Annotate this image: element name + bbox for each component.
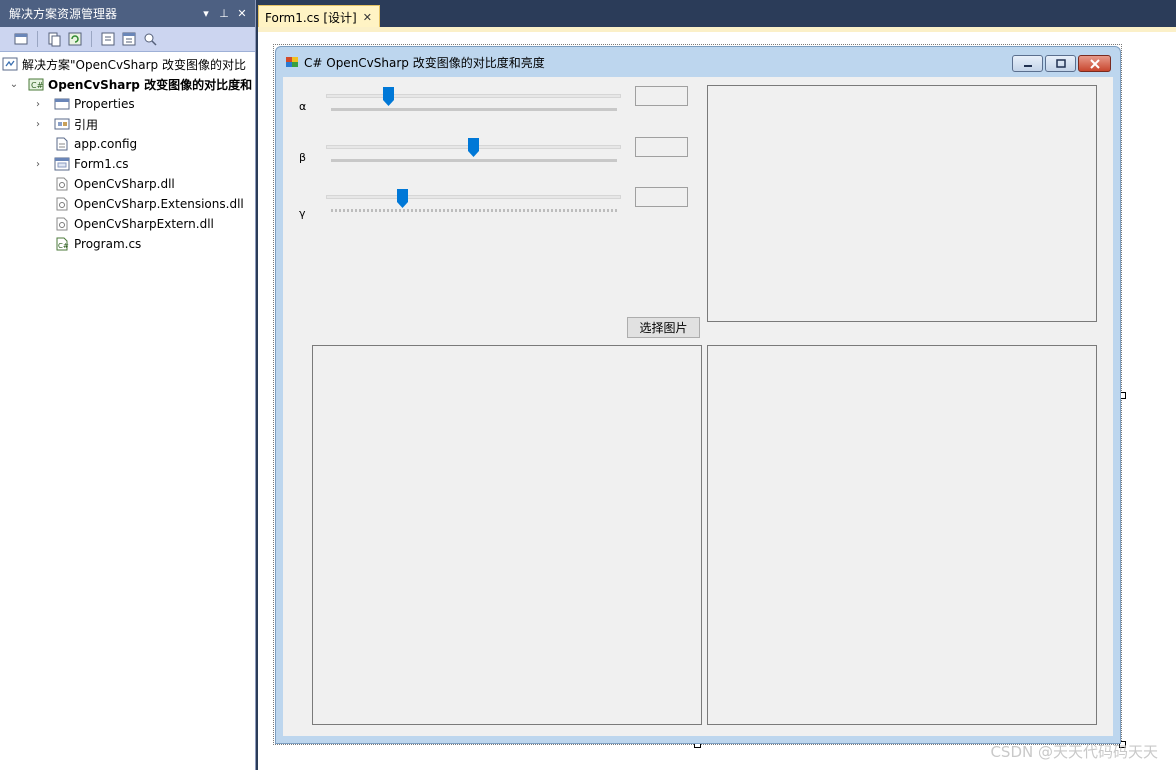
dll-icon bbox=[54, 177, 70, 191]
toolbar-separator bbox=[37, 31, 38, 47]
tree-item-label: OpenCvSharp.Extensions.dll bbox=[74, 197, 244, 211]
beta-value-box[interactable] bbox=[635, 137, 688, 157]
tab-label: Form1.cs [设计] bbox=[265, 11, 357, 25]
watermark: CSDN @天天代码码天天 bbox=[990, 743, 1158, 761]
tree-item-program-cs[interactable]: C# Program.cs bbox=[0, 234, 255, 254]
caption-buttons bbox=[1012, 55, 1111, 72]
tree-item-label: Form1.cs bbox=[74, 157, 129, 171]
dll-icon bbox=[54, 197, 70, 211]
alpha-slider-ticks bbox=[331, 108, 617, 111]
tree-item-opencvsharpextern-dll[interactable]: OpenCvSharpExtern.dll bbox=[0, 214, 255, 234]
gamma-slider-track[interactable] bbox=[326, 195, 621, 199]
solution-explorer-panel: 解决方案资源管理器 ▾ ⊥ ✕ 解决方案"OpenCvSharp 改变图像的对比… bbox=[0, 0, 256, 770]
tree-item-label: Properties bbox=[74, 97, 135, 111]
select-image-button[interactable]: 选择图片 bbox=[627, 317, 700, 338]
picturebox-bottom-left[interactable] bbox=[312, 345, 702, 725]
gamma-label: γ bbox=[299, 207, 306, 220]
collapse-arrow-icon[interactable]: ⌄ bbox=[6, 79, 22, 90]
alpha-value-box[interactable] bbox=[635, 86, 688, 106]
alpha-slider-thumb[interactable] bbox=[382, 87, 394, 106]
csharp-project-icon: C# bbox=[28, 77, 44, 91]
close-button[interactable] bbox=[1078, 55, 1111, 72]
expand-arrow-icon[interactable]: › bbox=[30, 159, 46, 170]
form-icon bbox=[54, 157, 70, 171]
gamma-slider-thumb[interactable] bbox=[397, 189, 408, 208]
references-icon bbox=[54, 117, 70, 131]
solution-tree: 解决方案"OpenCvSharp 改变图像的对比 ⌄ C# OpenCvShar… bbox=[0, 52, 255, 254]
alpha-label: α bbox=[299, 100, 307, 113]
picturebox-bottom-right[interactable] bbox=[707, 345, 1097, 725]
toolbar-separator bbox=[91, 31, 92, 47]
config-file-icon bbox=[54, 137, 70, 151]
tree-item-label: OpenCvSharp.dll bbox=[74, 177, 175, 191]
tree-item-form1[interactable]: › Form1.cs bbox=[0, 154, 255, 174]
close-icon[interactable]: ✕ bbox=[235, 7, 249, 20]
tab-form1-designer[interactable]: Form1.cs [设计] ✕ bbox=[258, 5, 380, 29]
maximize-icon bbox=[1055, 58, 1066, 68]
maximize-button[interactable] bbox=[1045, 55, 1076, 72]
picturebox-top-right[interactable] bbox=[707, 85, 1097, 322]
beta-slider-thumb[interactable] bbox=[468, 138, 479, 157]
properties-tool-icon[interactable] bbox=[12, 30, 30, 48]
properties-icon bbox=[54, 97, 70, 111]
dropdown-icon[interactable]: ▾ bbox=[199, 7, 213, 20]
beta-slider-ticks bbox=[331, 159, 617, 162]
view-designer-icon[interactable] bbox=[120, 30, 138, 48]
tree-item-label: Program.cs bbox=[74, 237, 142, 251]
pin-icon[interactable]: ⊥ bbox=[217, 7, 231, 20]
form-window[interactable]: C# OpenCvSharp 改变图像的对比度和亮度 α β γ 选择图片 bbox=[275, 46, 1121, 744]
tab-close-icon[interactable]: ✕ bbox=[363, 11, 372, 24]
solution-label: 解决方案"OpenCvSharp 改变图像的对比 bbox=[22, 57, 246, 72]
close-icon bbox=[1089, 58, 1100, 69]
solution-explorer-toolbar bbox=[0, 27, 255, 52]
solution-icon bbox=[2, 57, 18, 71]
document-tab-strip: Form1.cs [设计] ✕ bbox=[258, 0, 1176, 29]
form-app-icon bbox=[286, 57, 298, 67]
tree-item-app-config[interactable]: app.config bbox=[0, 134, 255, 154]
minimize-button[interactable] bbox=[1012, 55, 1043, 72]
csharp-file-icon: C# bbox=[54, 237, 70, 251]
expand-arrow-icon[interactable]: › bbox=[30, 119, 46, 130]
form-client-area: α β γ 选择图片 bbox=[283, 77, 1113, 736]
svg-text:C#: C# bbox=[58, 242, 69, 250]
dll-icon bbox=[54, 217, 70, 231]
tree-solution-node[interactable]: 解决方案"OpenCvSharp 改变图像的对比 bbox=[0, 54, 255, 74]
minimize-icon bbox=[1023, 64, 1032, 67]
refresh-icon[interactable] bbox=[66, 30, 84, 48]
view-code-icon[interactable] bbox=[99, 30, 117, 48]
tree-item-label: OpenCvSharpExtern.dll bbox=[74, 217, 214, 231]
gamma-slider-ticks bbox=[331, 209, 617, 212]
tree-item-properties[interactable]: › Properties bbox=[0, 94, 255, 114]
designer-surface[interactable]: C# OpenCvSharp 改变图像的对比度和亮度 α β γ 选择图片 CS… bbox=[258, 32, 1176, 770]
form-titlebar: C# OpenCvSharp 改变图像的对比度和亮度 bbox=[276, 47, 1120, 77]
tree-item-opencvsharp-dll[interactable]: OpenCvSharp.dll bbox=[0, 174, 255, 194]
show-all-files-icon[interactable] bbox=[45, 30, 63, 48]
class-diagram-icon[interactable] bbox=[141, 30, 159, 48]
svg-text:C#: C# bbox=[31, 81, 44, 90]
alpha-slider-track[interactable] bbox=[326, 94, 621, 98]
solution-explorer-titlebar: 解决方案资源管理器 ▾ ⊥ ✕ bbox=[0, 0, 255, 27]
form-title: C# OpenCvSharp 改变图像的对比度和亮度 bbox=[304, 55, 545, 70]
tree-item-opencvsharp-extensions-dll[interactable]: OpenCvSharp.Extensions.dll bbox=[0, 194, 255, 214]
project-label: OpenCvSharp 改变图像的对比度和 bbox=[48, 77, 253, 92]
beta-label: β bbox=[299, 151, 307, 164]
tree-item-label: 引用 bbox=[74, 117, 99, 132]
expand-arrow-icon[interactable]: › bbox=[30, 99, 46, 110]
solution-explorer-title: 解决方案资源管理器 bbox=[9, 7, 118, 21]
tree-item-label: app.config bbox=[74, 137, 138, 151]
tree-project-node[interactable]: ⌄ C# OpenCvSharp 改变图像的对比度和 bbox=[0, 74, 255, 94]
tree-item-references[interactable]: › 引用 bbox=[0, 114, 255, 134]
gamma-value-box[interactable] bbox=[635, 187, 688, 207]
